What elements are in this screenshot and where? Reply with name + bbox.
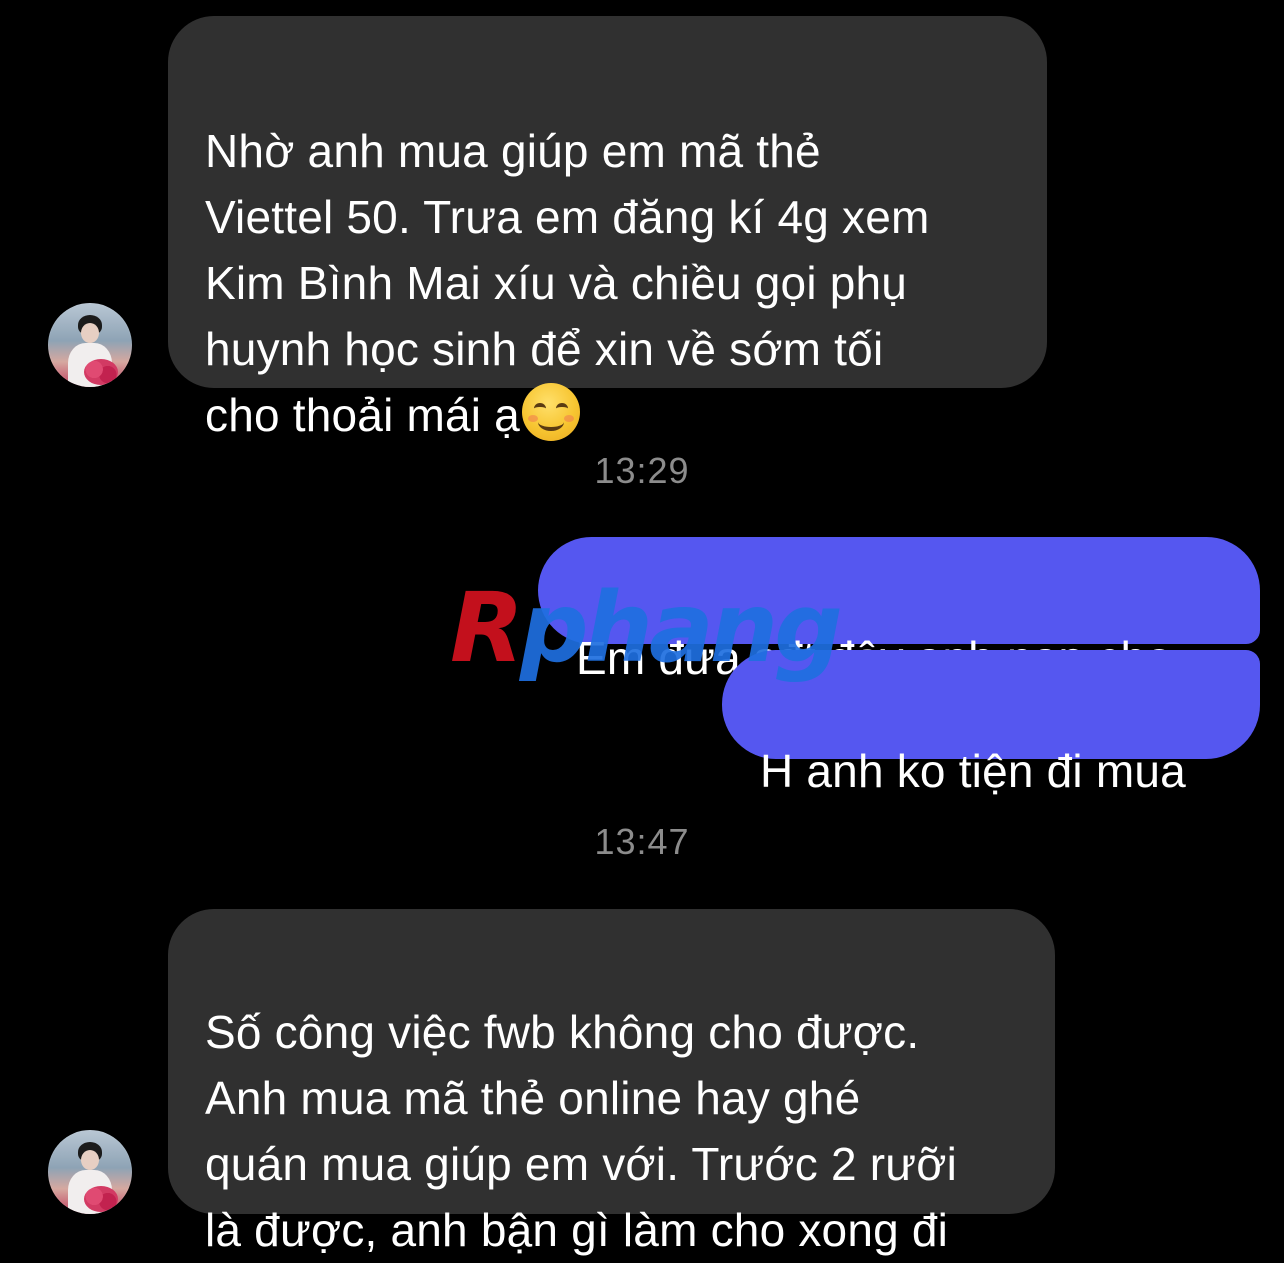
message-timestamp: 13:47 bbox=[594, 821, 690, 862]
message-text: H anh ko tiện đi mua bbox=[760, 745, 1186, 797]
contact-avatar[interactable] bbox=[48, 303, 132, 387]
message-text: Số công việc fwb không cho được. Anh mua… bbox=[205, 1006, 958, 1256]
smiling-face-emoji-icon bbox=[521, 383, 580, 441]
outgoing-message-bubble[interactable]: H anh ko tiện đi mua bbox=[722, 650, 1260, 797]
contact-avatar[interactable] bbox=[48, 1130, 132, 1214]
outgoing-message-bubble[interactable]: Em đưa sđt đây anh nạp cho bbox=[538, 537, 1260, 684]
incoming-message-bubble[interactable]: Số công việc fwb không cho được. Anh mua… bbox=[168, 909, 1055, 1256]
message-timestamp: 13:29 bbox=[594, 450, 690, 491]
incoming-message-bubble[interactable]: Nhờ anh mua giúp em mã thẻ Viettel 50. T… bbox=[168, 16, 1047, 441]
